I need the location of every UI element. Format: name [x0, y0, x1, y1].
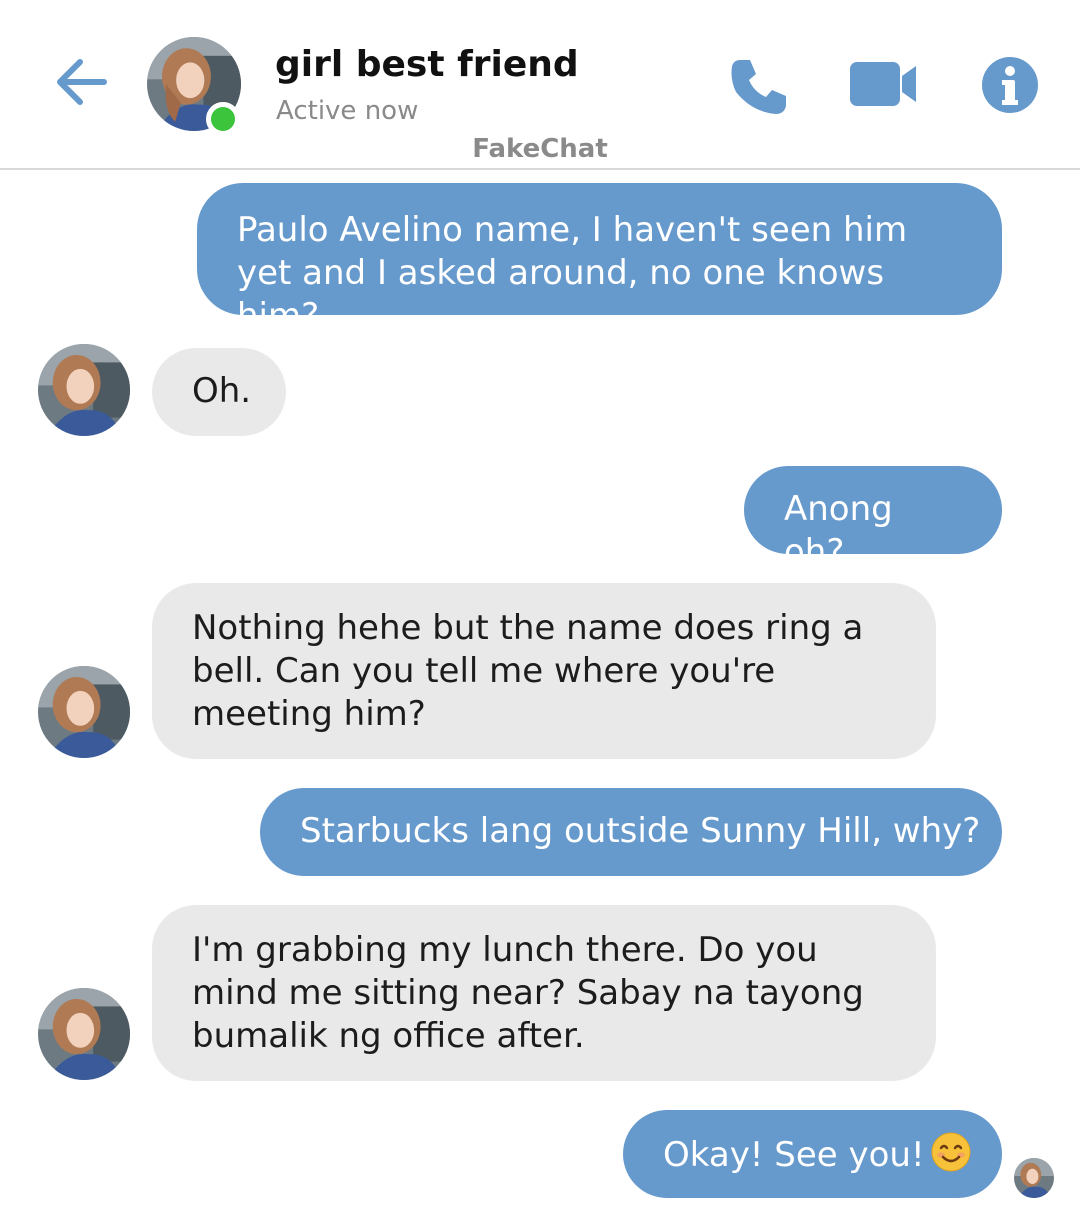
- seen-indicator-avatar: [1014, 1158, 1054, 1198]
- message-bubble-sent[interactable]: Anong oh?: [744, 466, 1002, 572]
- smiling-face-emoji-icon: [931, 1132, 971, 1172]
- avatar-photo: [38, 988, 130, 1080]
- message-text: Oh.: [192, 371, 252, 411]
- message-bubble-received[interactable]: Nothing hehe but the name does ring a be…: [152, 583, 936, 759]
- phone-icon[interactable]: [726, 54, 790, 118]
- message-bubble-received[interactable]: Oh.: [152, 348, 286, 436]
- back-button[interactable]: [52, 52, 112, 112]
- message-text: Nothing hehe but the name does ring a be…: [192, 608, 864, 734]
- friend-avatar[interactable]: [38, 666, 130, 758]
- info-button[interactable]: [981, 56, 1039, 114]
- avatar-photo: [1014, 1158, 1054, 1198]
- info-icon[interactable]: [981, 56, 1039, 114]
- message-text: Paulo Avelino name, I haven't seen him y…: [237, 210, 908, 336]
- message-bubble-received[interactable]: I'm grabbing my lunch there. Do you mind…: [152, 905, 936, 1081]
- avatar-photo: [38, 344, 130, 436]
- call-button[interactable]: [726, 54, 790, 118]
- chat-header: girl best friend Active now FakeChat: [0, 0, 1080, 170]
- online-status-dot: [206, 102, 240, 136]
- message-bubble-sent[interactable]: Okay! See you!: [623, 1110, 1002, 1198]
- contact-status: Active now: [276, 96, 419, 126]
- video-call-button[interactable]: [848, 58, 918, 110]
- avatar-photo: [38, 666, 130, 758]
- app-watermark: FakeChat: [472, 134, 608, 164]
- message-bubble-sent[interactable]: Starbucks lang outside Sunny Hill, why?: [260, 788, 1002, 876]
- message-text: Anong oh?: [784, 489, 893, 572]
- video-camera-icon[interactable]: [848, 58, 918, 110]
- message-bubble-sent[interactable]: Paulo Avelino name, I haven't seen him y…: [197, 183, 1002, 336]
- friend-avatar[interactable]: [38, 988, 130, 1080]
- back-arrow-icon[interactable]: [52, 52, 112, 112]
- friend-avatar[interactable]: [38, 344, 130, 436]
- message-text: Okay! See you!: [663, 1135, 925, 1175]
- message-text: I'm grabbing my lunch there. Do you mind…: [192, 930, 864, 1056]
- message-text: Starbucks lang outside Sunny Hill, why?: [300, 811, 981, 851]
- contact-name[interactable]: girl best friend: [275, 44, 579, 85]
